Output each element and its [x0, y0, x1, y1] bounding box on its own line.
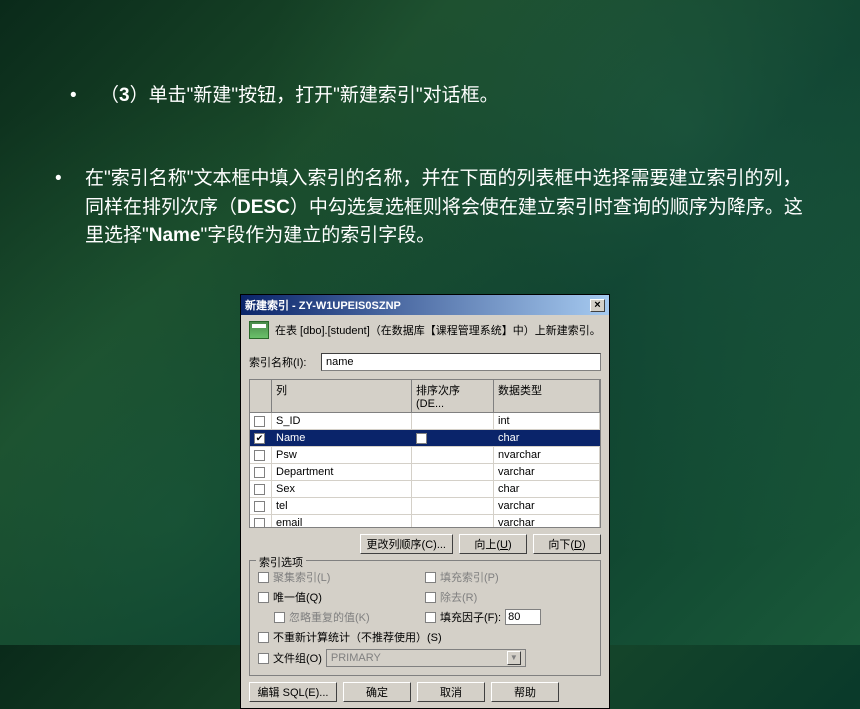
drop-option: 除去(R) [425, 587, 592, 607]
no-recompute-option[interactable]: 不重新计算统计（不推荐使用）(S) [258, 627, 592, 647]
clustered-option: 聚集索引(L) [258, 567, 425, 587]
row-data-type: char [494, 481, 600, 497]
filegroup-dropdown: PRIMARY ▼ [326, 649, 526, 667]
row-checkbox[interactable] [254, 518, 265, 528]
ok-button[interactable]: 确定 [343, 682, 411, 702]
column-header-sort[interactable]: 排序次序 (DE... [412, 380, 494, 412]
table-row[interactable]: Psw nvarchar [250, 447, 600, 464]
index-options-title: 索引选项 [256, 554, 306, 570]
row-column-name: Department [272, 464, 412, 480]
row-checkbox[interactable] [254, 484, 265, 495]
index-name-label: 索引名称(I): [249, 354, 315, 370]
table-row[interactable]: email varchar [250, 515, 600, 528]
table-row[interactable]: Department varchar [250, 464, 600, 481]
slide-bullet-3: •（3）单击"新建"按钮，打开"新建索引"对话框。 [70, 80, 790, 107]
ignore-dup-option: 忽略重复的值(K) [258, 607, 425, 627]
table-row[interactable]: ✔ Name char [250, 430, 600, 447]
help-button[interactable]: 帮助 [491, 682, 559, 702]
edit-sql-button[interactable]: 编辑 SQL(E)... [249, 682, 337, 702]
row-checkbox[interactable] [254, 467, 265, 478]
change-order-button[interactable]: 更改列顺序(C)... [360, 534, 453, 554]
slide-paragraph-2: •在"索引名称"文本框中填入索引的名称，并在下面的列表框中选择需要建立索引的列，… [55, 165, 805, 251]
row-data-type: varchar [494, 515, 600, 528]
new-index-dialog: 新建索引 - ZY-W1UPEIS0SZNP × 在表 [dbo].[stude… [240, 294, 610, 709]
row-checkbox[interactable] [254, 416, 265, 427]
dialog-description: 在表 [dbo].[student]（在数据库【课程管理系统】中）上新建索引。 [275, 322, 601, 338]
fill-factor-option[interactable]: 填充因子(F): [425, 607, 592, 627]
row-column-name: Sex [272, 481, 412, 497]
row-data-type: varchar [494, 464, 600, 480]
row-data-type: char [494, 430, 600, 446]
index-name-input[interactable] [321, 353, 601, 371]
row-checkbox[interactable] [254, 501, 265, 512]
dialog-description-row: 在表 [dbo].[student]（在数据库【课程管理系统】中）上新建索引。 [241, 315, 609, 345]
row-sort-order[interactable] [412, 464, 494, 480]
row-checkbox[interactable] [254, 450, 265, 461]
pad-index-option: 填充索引(P) [425, 567, 592, 587]
close-button[interactable]: × [590, 299, 605, 312]
dialog-title: 新建索引 - ZY-W1UPEIS0SZNP [245, 297, 401, 313]
filegroup-option[interactable]: 文件组(O) PRIMARY ▼ [258, 647, 592, 669]
row-sort-order[interactable] [412, 498, 494, 514]
row-column-name: Name [272, 430, 412, 446]
row-column-name: Psw [272, 447, 412, 463]
cancel-button[interactable]: 取消 [417, 682, 485, 702]
column-header-type[interactable]: 数据类型 [494, 380, 600, 412]
table-row[interactable]: Sex char [250, 481, 600, 498]
row-sort-order[interactable] [412, 413, 494, 429]
row-sort-order[interactable] [412, 447, 494, 463]
row-sort-order[interactable] [412, 481, 494, 497]
columns-grid[interactable]: S_ID int ✔ Name char Psw nvarchar Department var… [249, 412, 601, 528]
dialog-titlebar: 新建索引 - ZY-W1UPEIS0SZNP × [241, 295, 609, 315]
chevron-down-icon: ▼ [507, 651, 521, 665]
columns-grid-header: 列 排序次序 (DE... 数据类型 [249, 379, 601, 412]
table-row[interactable]: S_ID int [250, 413, 600, 430]
row-checkbox[interactable]: ✔ [254, 433, 265, 444]
row-column-name: tel [272, 498, 412, 514]
row-column-name: email [272, 515, 412, 528]
row-column-name: S_ID [272, 413, 412, 429]
table-row[interactable]: tel varchar [250, 498, 600, 515]
unique-option[interactable]: 唯一值(Q) [258, 587, 425, 607]
row-sort-order[interactable] [412, 515, 494, 528]
move-up-button[interactable]: 向上(U) [459, 534, 527, 554]
row-data-type: int [494, 413, 600, 429]
row-sort-order[interactable] [412, 430, 494, 446]
row-data-type: varchar [494, 498, 600, 514]
table-icon [249, 321, 269, 339]
move-down-button[interactable]: 向下(D) [533, 534, 601, 554]
row-data-type: nvarchar [494, 447, 600, 463]
column-header-name[interactable]: 列 [272, 380, 412, 412]
index-options-group: 索引选项 聚集索引(L) 填充索引(P) 唯一值(Q) 除去(R) 忽略重复的值… [249, 560, 601, 676]
fill-factor-input[interactable] [505, 609, 541, 625]
